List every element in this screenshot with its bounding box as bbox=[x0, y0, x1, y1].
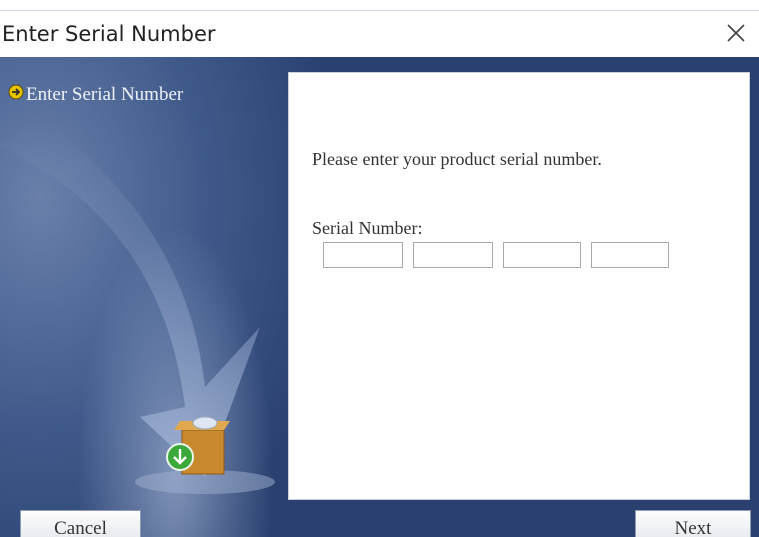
install-illustration bbox=[0, 117, 275, 494]
serial-field-2[interactable] bbox=[413, 242, 493, 268]
serial-field-3[interactable] bbox=[503, 242, 581, 268]
cancel-button[interactable]: Cancel bbox=[20, 510, 141, 537]
sidebar-step-label: Enter Serial Number bbox=[26, 84, 184, 105]
dialog-window: Enter Serial Number Enter Serial Number bbox=[0, 0, 759, 537]
serial-field-1[interactable] bbox=[323, 242, 403, 268]
close-button[interactable] bbox=[713, 11, 759, 57]
window-title: Enter Serial Number bbox=[2, 22, 216, 46]
arrow-right-circle-icon bbox=[8, 84, 24, 100]
close-icon bbox=[727, 24, 745, 42]
dialog-body: Enter Serial Number Please enter your pr… bbox=[0, 57, 759, 537]
serial-field-4[interactable] bbox=[591, 242, 669, 268]
serial-number-fields bbox=[323, 242, 669, 268]
next-button[interactable]: Next bbox=[635, 510, 751, 537]
title-bar: Enter Serial Number bbox=[0, 10, 759, 57]
prompt-text: Please enter your product serial number. bbox=[312, 149, 602, 169]
serial-number-label: Serial Number: bbox=[312, 218, 423, 238]
content-panel: Please enter your product serial number.… bbox=[288, 72, 750, 500]
